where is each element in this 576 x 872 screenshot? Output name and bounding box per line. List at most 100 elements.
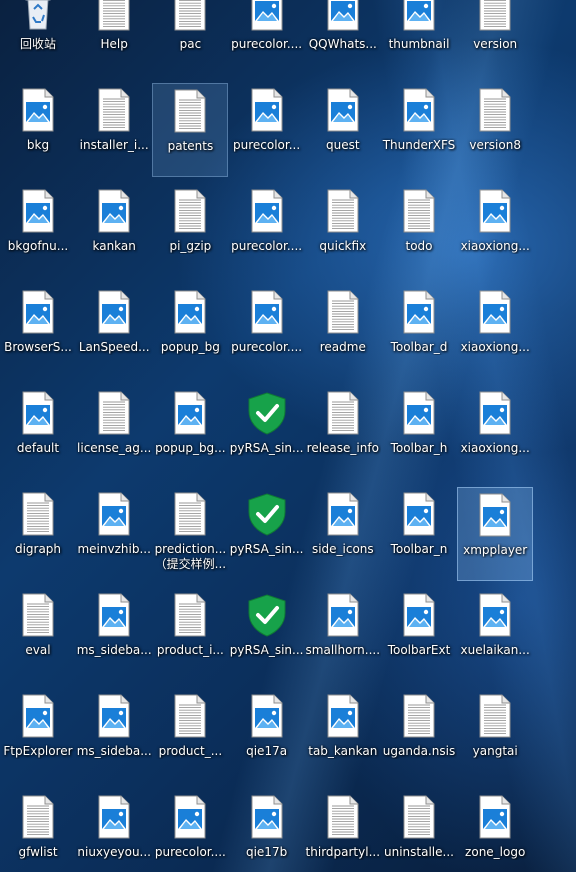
document-file-icon [166, 591, 214, 639]
document-file-icon [319, 187, 367, 235]
desktop-icon[interactable]: qie17b [229, 790, 305, 872]
desktop-icon-label: quickfix [319, 239, 367, 253]
desktop[interactable]: 回收站 Help pac purecolor.... QQWhats... thumbna… [0, 0, 576, 872]
image-file-icon [243, 288, 291, 336]
desktop-icon[interactable]: kankan [76, 184, 152, 278]
document-file-icon [319, 389, 367, 437]
desktop-icon[interactable]: purecolor.... [229, 285, 305, 379]
image-file-icon [243, 0, 291, 33]
desktop-icon[interactable]: ToolbarExt [381, 588, 457, 682]
desktop-icon[interactable]: installer_i... [76, 83, 152, 177]
desktop-icon[interactable]: version8 [457, 83, 533, 177]
desktop-icon[interactable]: default [0, 386, 76, 480]
desktop-icon[interactable]: pac [152, 0, 228, 76]
document-file-icon [14, 591, 62, 639]
desktop-icon[interactable]: meinvzhib... [76, 487, 152, 581]
desktop-icon[interactable]: side_icons [305, 487, 381, 581]
desktop-icon[interactable]: product_... [152, 689, 228, 783]
desktop-icon-label: digraph [14, 542, 62, 556]
desktop-icon[interactable]: pi_gzip [152, 184, 228, 278]
desktop-icon[interactable]: xiaoxiong... [457, 285, 533, 379]
desktop-icon-label: pyRSA_sin... [229, 643, 304, 657]
desktop-icon[interactable]: qie17a [229, 689, 305, 783]
desktop-icon-label: product_i... [156, 643, 224, 657]
desktop-icon[interactable]: pyRSA_sin... [229, 588, 305, 682]
desktop-icon[interactable]: pyRSA_sin... [229, 386, 305, 480]
desktop-icon-label: purecolor.... [231, 340, 303, 354]
desktop-icon[interactable]: popup_bg [152, 285, 228, 379]
desktop-icon[interactable]: tab_kankan [305, 689, 381, 783]
desktop-icon[interactable]: xiaoxiong... [457, 184, 533, 278]
document-file-icon [166, 0, 214, 33]
desktop-icon-label: quest [326, 138, 360, 152]
desktop-icon[interactable]: todo [381, 184, 457, 278]
desktop-icon[interactable]: ms_sideba... [76, 588, 152, 682]
image-file-icon [319, 591, 367, 639]
desktop-icon[interactable]: version [457, 0, 533, 76]
desktop-icon[interactable]: purecolor... [229, 83, 305, 177]
desktop-icon[interactable]: digraph [0, 487, 76, 581]
desktop-icon-label: purecolor... [233, 138, 301, 152]
desktop-icon-label: license_ag... [77, 441, 152, 455]
desktop-icon[interactable]: uninstalle... [381, 790, 457, 872]
desktop-icon[interactable]: xiaoxiong... [457, 386, 533, 480]
image-file-icon [166, 793, 214, 841]
desktop-icon[interactable]: FtpExplorer [0, 689, 76, 783]
desktop-icon-label: ms_sideba... [76, 643, 152, 657]
desktop-icon[interactable]: purecolor.... [152, 790, 228, 872]
desktop-icon[interactable]: niuxyeyou... [76, 790, 152, 872]
desktop-icon[interactable]: uganda.nsis [381, 689, 457, 783]
desktop-icon[interactable]: ms_sideba... [76, 689, 152, 783]
desktop-icon[interactable]: prediction... （提交样例... [152, 487, 228, 581]
desktop-icon-label: version [473, 37, 518, 51]
desktop-icon[interactable]: license_ag... [76, 386, 152, 480]
document-file-icon [471, 86, 519, 134]
desktop-icon[interactable]: ThunderXFS [381, 83, 457, 177]
desktop-icon[interactable]: quickfix [305, 184, 381, 278]
desktop-icon[interactable]: Toolbar_d [381, 285, 457, 379]
desktop-icon[interactable]: purecolor.... [229, 184, 305, 278]
desktop-icon[interactable]: bkg [0, 83, 76, 177]
desktop-icon[interactable]: gfwlist [0, 790, 76, 872]
desktop-icon[interactable]: eval [0, 588, 76, 682]
desktop-icon[interactable]: release_info [305, 386, 381, 480]
desktop-icon[interactable]: smallhorn.... [305, 588, 381, 682]
document-file-icon [90, 389, 138, 437]
desktop-icon[interactable]: zone_logo [457, 790, 533, 872]
desktop-icon[interactable]: 回收站 [0, 0, 76, 76]
desktop-icon-label: tab_kankan [308, 744, 378, 758]
desktop-icon-label: product_... [158, 744, 223, 758]
desktop-icon[interactable]: patents [152, 83, 229, 177]
desktop-icon-label: Help [100, 37, 128, 51]
image-file-icon [471, 793, 519, 841]
desktop-icon[interactable]: product_i... [152, 588, 228, 682]
desktop-icon-label: BrowserS... [4, 340, 72, 354]
desktop-icon[interactable]: purecolor.... [229, 0, 305, 76]
image-file-icon [319, 86, 367, 134]
desktop-icon-label: xiaoxiong... [460, 340, 530, 354]
desktop-icon[interactable]: LanSpeed... [76, 285, 152, 379]
document-file-icon [395, 793, 443, 841]
desktop-icon[interactable]: bkgofnu... [0, 184, 76, 278]
desktop-icon-label: LanSpeed... [78, 340, 150, 354]
desktop-icon[interactable]: Toolbar_n [381, 487, 457, 581]
desktop-icon[interactable]: BrowserS... [0, 285, 76, 379]
desktop-icon[interactable]: readme [305, 285, 381, 379]
desktop-icon-label: uninstalle... [384, 845, 454, 859]
image-file-icon [471, 389, 519, 437]
desktop-icon[interactable]: thumbnail [381, 0, 457, 76]
desktop-icon[interactable]: Toolbar_h [381, 386, 457, 480]
desktop-icon[interactable]: xuelaikan... [457, 588, 533, 682]
desktop-icon[interactable]: popup_bg... [152, 386, 228, 480]
desktop-icon-label: Toolbar_d [390, 340, 448, 354]
desktop-icon[interactable]: yangtai [457, 689, 533, 783]
document-file-icon [90, 86, 138, 134]
desktop-icon[interactable]: thirdpartyl... [305, 790, 381, 872]
desktop-icon[interactable]: quest [305, 83, 381, 177]
desktop-icon[interactable]: QQWhats... [305, 0, 381, 76]
desktop-icon[interactable]: xmpplayer [457, 487, 534, 581]
desktop-icon-label: yangtai [472, 744, 518, 758]
desktop-icon-label: readme [319, 340, 366, 354]
desktop-icon[interactable]: Help [76, 0, 152, 76]
desktop-icon[interactable]: pyRSA_sin... [229, 487, 305, 581]
